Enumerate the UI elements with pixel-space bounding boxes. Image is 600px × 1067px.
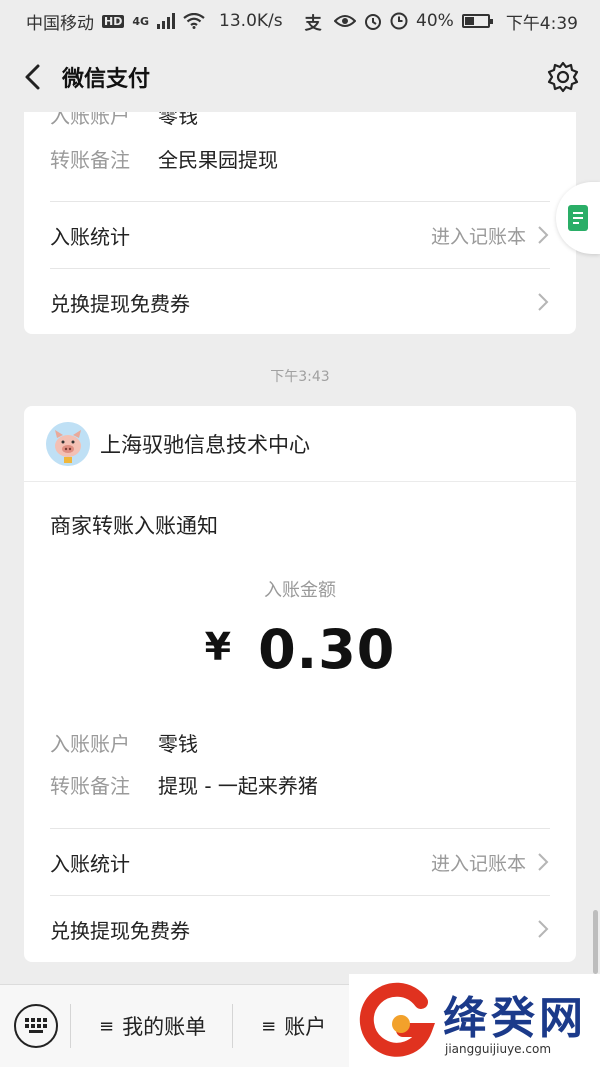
clock-time: 下午4:39 — [505, 13, 578, 34]
back-button[interactable] — [20, 62, 48, 92]
stats-link: 进入记账本 — [430, 225, 526, 248]
remark-row: 转账备注 全民果园提现 — [24, 144, 278, 173]
amount-value: 0.30 — [258, 618, 396, 681]
scrollbar[interactable] — [593, 910, 598, 974]
chevron-right-icon — [538, 920, 549, 938]
currency-symbol: ¥ — [204, 625, 233, 669]
alipay-icon: 支 — [304, 13, 322, 34]
battery-percent: 40% — [416, 11, 454, 31]
battery-icon — [461, 14, 493, 28]
watermark-title: 绛癸网 — [443, 993, 587, 1044]
transfer-card-previous: 入账账户 零钱 转账备注 全民果园提现 入账统计 进入记账本 兑换提现免费券 — [24, 112, 576, 334]
eye-icon — [334, 15, 357, 27]
chevron-right-icon — [538, 853, 549, 871]
page-title: 微信支付 — [62, 67, 151, 92]
account-row: 入账账户 零钱 — [24, 112, 198, 129]
chevron-right-icon — [538, 293, 549, 311]
keyboard-icon — [25, 1018, 47, 1033]
watermark-url: jiangguijiuye.com — [445, 1042, 552, 1056]
remark-label: 转账备注 — [50, 774, 130, 798]
separator — [232, 1004, 234, 1048]
network-type: 4G — [132, 14, 150, 28]
hd-badge: HD — [102, 14, 125, 28]
coupon-row[interactable]: 兑换提现免费券 — [50, 896, 550, 962]
menu-icon: ≡ — [99, 1015, 115, 1037]
coupon-label: 兑换提现免费券 — [50, 918, 190, 943]
clock-icon — [390, 12, 408, 30]
account-label: 入账账户 — [50, 112, 130, 128]
account-row: 入账账户 零钱 — [24, 728, 198, 757]
merchant-header[interactable]: 上海驭驰信息技术中心 — [24, 406, 576, 482]
wifi-icon — [183, 13, 205, 29]
remark-value: 全民果园提现 — [158, 148, 278, 172]
menu-my-bills-label: 我的账单 — [122, 1015, 207, 1039]
status-bar: 中国移动 HD 4G 13.0K/s 支 40% 下午4:39 — [0, 0, 600, 42]
stats-label: 入账统计 — [50, 224, 130, 249]
settings-icon[interactable] — [546, 60, 580, 94]
stats-row[interactable]: 入账统计 进入记账本 — [50, 829, 550, 895]
status-left: 中国移动 HD 4G 13.0K/s 支 — [26, 9, 322, 34]
menu-my-bills[interactable]: ≡ 我的账单 — [99, 1011, 206, 1041]
stats-link: 进入记账本 — [430, 852, 526, 875]
pig-avatar-icon — [46, 421, 90, 466]
chevron-right-icon — [538, 226, 549, 244]
account-value: 零钱 — [158, 732, 198, 756]
amount-label: 入账金额 — [264, 580, 336, 601]
menu-account-label: 账户 — [284, 1015, 327, 1039]
account-label: 入账账户 — [50, 732, 130, 756]
notice-title: 商家转账入账通知 — [50, 514, 218, 538]
stats-label: 入账统计 — [50, 851, 130, 876]
message-timestamp: 下午3:43 — [270, 369, 330, 385]
nav-bar: 微信支付 — [0, 42, 600, 112]
menu-account[interactable]: ≡ 账户 — [261, 1011, 326, 1041]
separator — [70, 1004, 71, 1048]
status-right: 40% 下午4:39 — [334, 9, 578, 34]
carrier-text: 中国移动 — [26, 13, 94, 34]
signal-icon — [157, 13, 176, 29]
coupon-row[interactable]: 兑换提现免费券 — [50, 269, 550, 334]
amount: ¥0.30 — [24, 618, 576, 681]
account-value: 零钱 — [158, 112, 198, 128]
stats-row[interactable]: 入账统计 进入记账本 — [50, 202, 550, 268]
transfer-card: 上海驭驰信息技术中心 商家转账入账通知 入账金额 ¥0.30 入账账户 零钱 转… — [24, 406, 576, 962]
merchant-name: 上海驭驰信息技术中心 — [100, 432, 310, 457]
coupon-label: 兑换提现免费券 — [50, 291, 190, 316]
menu-icon: ≡ — [261, 1015, 277, 1037]
remark-row: 转账备注 提现 - 一起来养猪 — [24, 770, 318, 799]
keyboard-toggle-button[interactable] — [14, 1004, 58, 1048]
remark-label: 转账备注 — [50, 148, 130, 172]
remark-value: 提现 - 一起来养猪 — [158, 774, 318, 798]
watermark-logo-icon — [359, 982, 436, 1057]
document-icon — [568, 205, 588, 231]
network-speed: 13.0K/s — [219, 11, 283, 31]
alarm-icon — [365, 14, 382, 30]
merchant-avatar — [46, 421, 90, 466]
watermark: 绛癸网 jiangguijiuye.com — [349, 974, 600, 1067]
